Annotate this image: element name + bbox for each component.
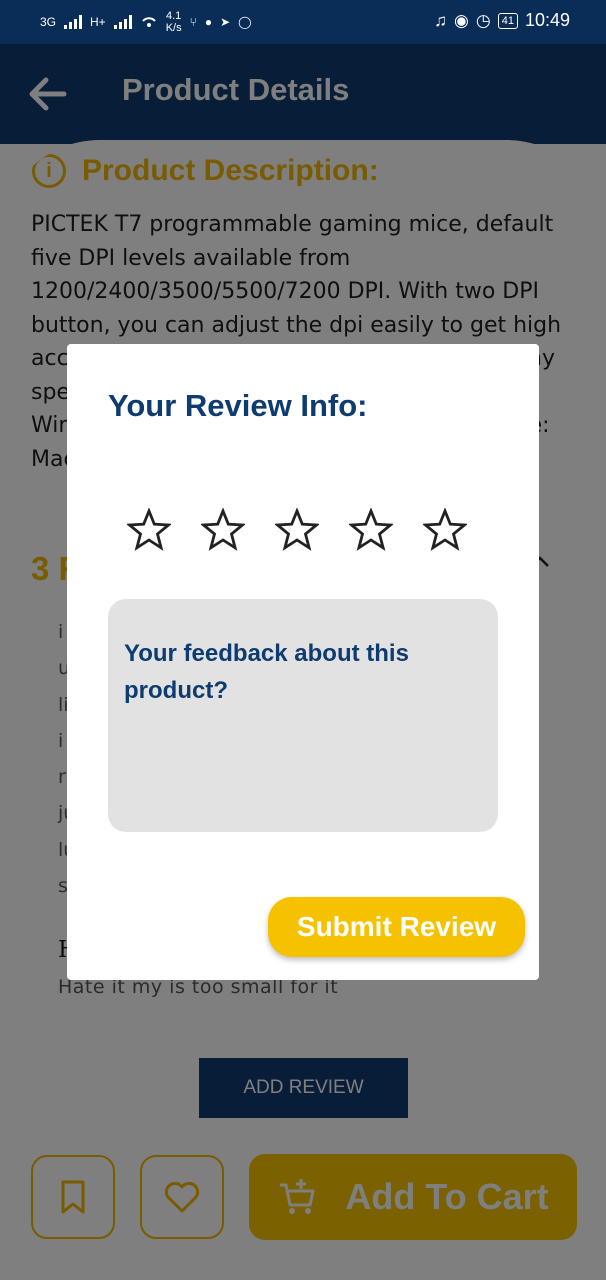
speed-unit: K/s: [165, 22, 182, 34]
star-1-icon[interactable]: [127, 508, 171, 552]
net-speed: 4.1 K/s: [166, 10, 182, 34]
usb-icon: ⑂: [189, 15, 197, 29]
speed-value: 4.1: [166, 10, 182, 22]
star-5-icon[interactable]: [423, 508, 467, 552]
review-dialog: Your Review Info: Your feedback about th…: [67, 344, 539, 980]
status-bar: 3G H+ 4.1 K/s ⑂ ● ➤ ◯ ♫ ◉ ◷ 41 10:49: [0, 0, 606, 44]
rating-stars: [127, 508, 467, 552]
star-2-icon[interactable]: [201, 508, 245, 552]
clock: 10:49: [524, 10, 570, 30]
signal-icon-2: [113, 15, 132, 29]
status-right: ♫ ◉ ◷ 41 10:49: [434, 10, 570, 31]
alarm-icon: ◷: [475, 10, 491, 30]
headset-icon: ♫: [434, 10, 448, 30]
signal-icon: [64, 15, 83, 29]
star-3-icon[interactable]: [275, 508, 319, 552]
telegram-icon: ➤: [220, 15, 231, 29]
app-notification-icon: ●: [204, 15, 213, 29]
submit-review-button[interactable]: Submit Review: [268, 897, 525, 957]
star-4-icon[interactable]: [349, 508, 393, 552]
whatsapp-icon: ◯: [238, 15, 252, 29]
wifi-icon: [141, 17, 156, 27]
status-left: 3G H+ 4.1 K/s ⑂ ● ➤ ◯: [40, 10, 252, 34]
eye-icon: ◉: [454, 10, 469, 30]
dialog-title: Your Review Info:: [108, 388, 368, 423]
feedback-input[interactable]: Your feedback about this product?: [108, 599, 498, 832]
network-type: 3G: [40, 15, 57, 29]
battery-icon: 41: [497, 12, 518, 29]
network-type-2: H+: [90, 15, 106, 29]
